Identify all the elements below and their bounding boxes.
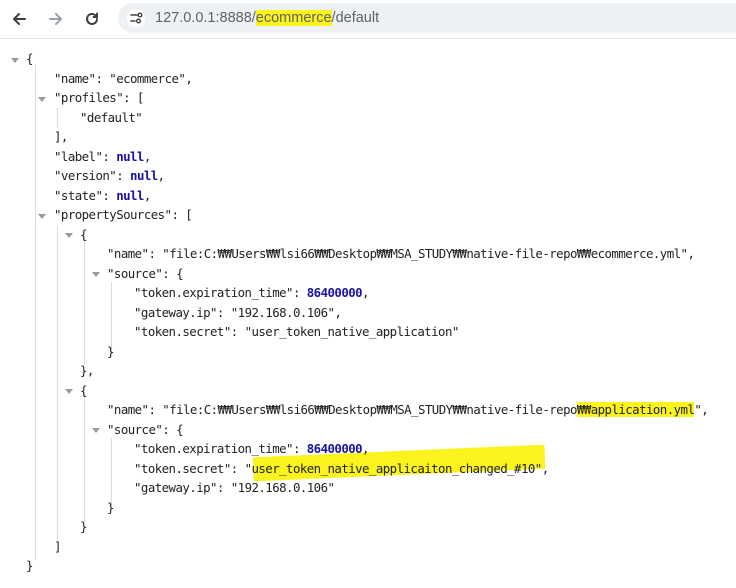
indent-guide — [57, 225, 58, 540]
json-line: } — [107, 344, 114, 359]
json-viewer: { "name": "ecommerce", "profiles": [ "de… — [0, 38, 736, 588]
indent-guide — [84, 394, 85, 522]
collapse-toggle[interactable] — [92, 272, 100, 277]
json-line: "gateway.ip": "192.168.0.106" — [134, 480, 335, 495]
json-line: } — [26, 558, 33, 573]
url-text[interactable]: 127.0.0.1:8888/ecommerce/default — [155, 10, 379, 27]
json-line: "token.expiration_time": 86400000, — [134, 441, 370, 456]
collapse-toggle[interactable] — [65, 233, 73, 238]
address-bar[interactable]: 127.0.0.1:8888/ecommerce/default — [118, 3, 736, 33]
json-line: }, — [80, 363, 94, 378]
forward-button[interactable] — [43, 6, 69, 32]
url-path-rest: /default — [331, 10, 380, 26]
indent-guide — [35, 64, 36, 560]
json-line: "default" — [80, 110, 143, 125]
json-line: "gateway.ip": "192.168.0.106", — [134, 305, 342, 320]
collapse-toggle[interactable] — [65, 389, 73, 394]
json-line: "token.expiration_time": 86400000, — [134, 285, 370, 300]
indent-guide — [84, 238, 85, 364]
collapse-toggle[interactable] — [38, 97, 46, 102]
json-line: "token.secret": "user_token_native_appli… — [134, 324, 459, 339]
collapse-toggle[interactable] — [92, 428, 100, 433]
json-line: "name": "file:C:₩₩Users₩₩lsi66₩₩Desktop₩… — [107, 402, 709, 417]
json-line: "name": "file:C:₩₩Users₩₩lsi66₩₩Desktop₩… — [107, 246, 695, 261]
json-line: "source": { — [107, 422, 184, 437]
json-line: "version": null, — [54, 168, 165, 183]
url-path-highlight: ecommerce — [255, 10, 332, 26]
indent-guide — [111, 438, 112, 506]
json-line: "name": "ecommerce", — [54, 71, 193, 86]
json-line: { — [80, 227, 87, 242]
json-line: "propertySources": [ — [54, 207, 193, 222]
browser-toolbar: 127.0.0.1:8888/ecommerce/default — [0, 0, 736, 39]
json-line: "state": null, — [54, 188, 151, 203]
site-info-icon[interactable] — [126, 8, 146, 28]
json-line: "token.secret": "user_token_native_appli… — [134, 461, 549, 476]
highlighted-filename: ₩₩application.yml — [576, 402, 695, 417]
indent-guide — [111, 282, 112, 350]
url-host: 127.0.0.1:8888/ — [155, 10, 256, 26]
collapse-toggle[interactable] — [11, 58, 19, 63]
json-line: ] — [54, 539, 61, 554]
collapse-toggle[interactable] — [38, 214, 46, 219]
json-line: ], — [54, 129, 68, 144]
reload-icon — [86, 12, 98, 25]
json-line: } — [80, 519, 87, 534]
indent-guide — [57, 108, 58, 128]
reload-button[interactable] — [79, 6, 105, 32]
arrow-left-icon — [13, 13, 26, 25]
json-line: "label": null, — [54, 149, 151, 164]
json-line: { — [26, 51, 33, 66]
back-button[interactable] — [6, 6, 32, 32]
json-line: { — [80, 383, 87, 398]
highlighted-secret: "user_token_native_applicaiton_changed_#… — [244, 461, 543, 476]
json-line: } — [107, 500, 114, 515]
json-line: "source": { — [107, 266, 184, 281]
arrow-right-icon — [49, 13, 62, 25]
json-line: "profiles": [ — [54, 90, 144, 105]
